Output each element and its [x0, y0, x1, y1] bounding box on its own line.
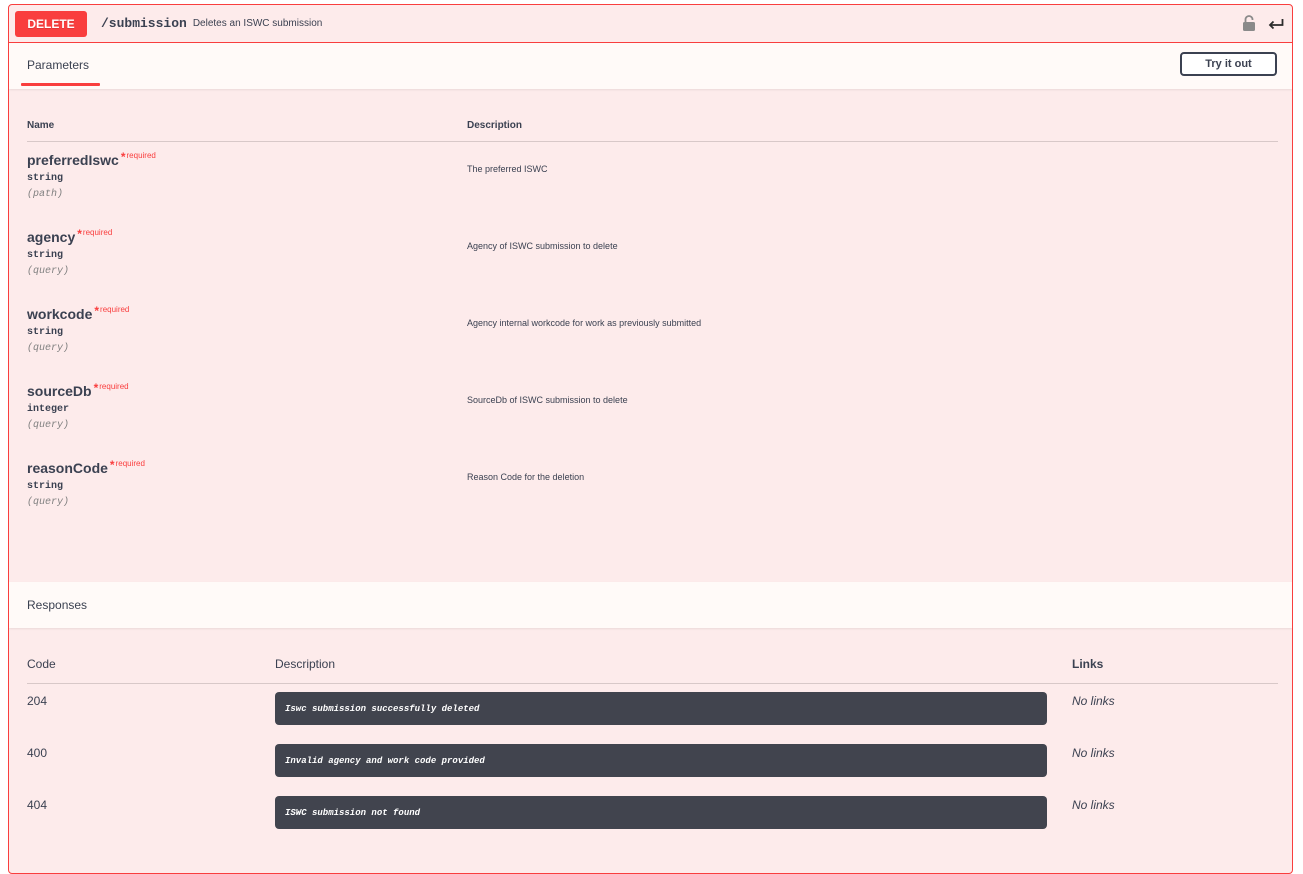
response-description: ISWC submission not found — [275, 796, 1047, 829]
required-label: required — [100, 305, 130, 314]
response-code: 204 — [27, 694, 48, 708]
responses-title: Responses — [27, 598, 88, 612]
required-star: * — [109, 458, 115, 472]
response-description-text: Invalid agency and work code provided — [285, 755, 485, 766]
column-header-description: Description — [467, 120, 523, 131]
responses-header: Responses — [9, 582, 1292, 628]
required-label: required — [115, 459, 145, 468]
table-divider — [27, 683, 1278, 684]
required-label: required — [99, 382, 129, 391]
parameter-type: string — [27, 327, 64, 338]
parameter-row: agency *required string (query) — [27, 227, 113, 277]
parameter-location: (query) — [27, 266, 70, 277]
column-header-links: Links — [1072, 657, 1104, 671]
response-description-text: ISWC submission not found — [285, 807, 421, 818]
required-star: * — [77, 227, 82, 241]
required-label: required — [126, 151, 156, 160]
parameter-location: (query) — [27, 420, 70, 431]
response-links: No links — [1072, 746, 1115, 760]
responses-table: Code Description Links 204 Iswc submissi… — [9, 628, 1292, 868]
lock-icon[interactable] — [1242, 14, 1256, 32]
parameter-name: sourceDb — [27, 383, 92, 399]
parameter-row: sourceDb *required integer (query) — [27, 381, 129, 431]
operation-block-delete-submission: DELETE /submission Deletes an ISWC submi… — [8, 4, 1293, 874]
parameters-header: Parameters Try it out — [9, 43, 1292, 89]
tab-active-indicator — [21, 83, 100, 86]
parameter-row: reasonCode *required string (query) — [27, 458, 145, 508]
parameter-description: Agency of ISWC submission to delete — [467, 241, 618, 251]
table-divider — [27, 141, 1278, 142]
parameter-description: Agency internal workcode for work as pre… — [467, 318, 702, 328]
response-code: 400 — [27, 746, 48, 760]
operation-path: /submission — [101, 16, 187, 31]
parameter-type: string — [27, 250, 64, 261]
parameter-location: (query) — [27, 497, 70, 508]
parameter-name: agency — [27, 229, 76, 245]
parameter-type: string — [27, 173, 64, 184]
response-description: Invalid agency and work code provided — [275, 744, 1047, 777]
required-star: * — [120, 150, 126, 164]
parameter-row: preferredIswc *required string (path) — [27, 150, 156, 200]
required-star: * — [93, 381, 99, 395]
parameter-name: preferredIswc — [27, 152, 119, 168]
parameter-location: (query) — [27, 343, 70, 354]
response-description-text: Iswc submission successfully deleted — [285, 703, 480, 714]
return-icon[interactable] — [1268, 18, 1284, 30]
required-label: required — [82, 228, 113, 237]
column-header-code: Code — [27, 657, 56, 671]
response-description: Iswc submission successfully deleted — [275, 692, 1047, 725]
column-header-description: Description — [275, 657, 336, 671]
method-badge: DELETE — [15, 10, 87, 37]
response-code: 404 — [27, 798, 48, 812]
required-star: * — [94, 304, 100, 318]
parameter-location: (path) — [27, 189, 64, 200]
operation-summary-text: Deletes an ISWC submission — [192, 18, 323, 29]
parameter-description: The preferred ISWC — [467, 164, 548, 174]
response-links: No links — [1072, 694, 1115, 708]
parameter-description: Reason Code for the deletion — [467, 472, 585, 482]
parameter-type: integer — [27, 404, 70, 415]
column-header-name: Name — [27, 120, 55, 131]
parameter-name: reasonCode — [27, 460, 108, 476]
tab-parameters[interactable]: Parameters — [27, 58, 89, 72]
parameter-type: string — [27, 481, 64, 492]
parameter-name: workcode — [27, 306, 93, 322]
parameter-description: SourceDb of ISWC submission to delete — [467, 395, 628, 405]
response-links: No links — [1072, 798, 1115, 812]
parameter-row: workcode *required string (query) — [27, 304, 130, 354]
try-it-out-button[interactable]: Try it out — [1180, 52, 1277, 76]
parameters-table: Name Description preferredIswc *required … — [9, 89, 1292, 582]
operation-summary[interactable]: DELETE /submission Deletes an ISWC submi… — [9, 5, 1292, 43]
